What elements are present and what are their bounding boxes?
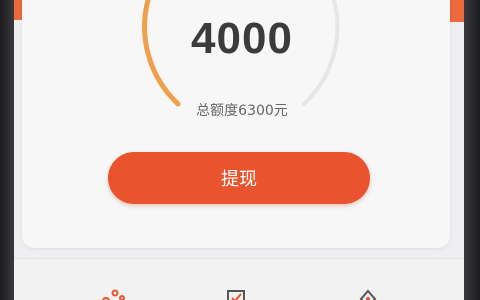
device-bezel-left: [0, 0, 14, 300]
check-box-icon[interactable]: [222, 285, 250, 300]
diamond-icon[interactable]: [354, 285, 382, 300]
withdraw-button[interactable]: 提现: [108, 152, 370, 204]
app-screen: 4000 总额度6300元 提现: [14, 0, 464, 300]
total-credit-label: 总额度6300元: [196, 103, 288, 119]
device-bezel-right: [464, 0, 480, 300]
balance-amount: 4000: [191, 14, 293, 63]
bottom-nav: [14, 258, 464, 300]
dots-icon[interactable]: [100, 285, 128, 300]
